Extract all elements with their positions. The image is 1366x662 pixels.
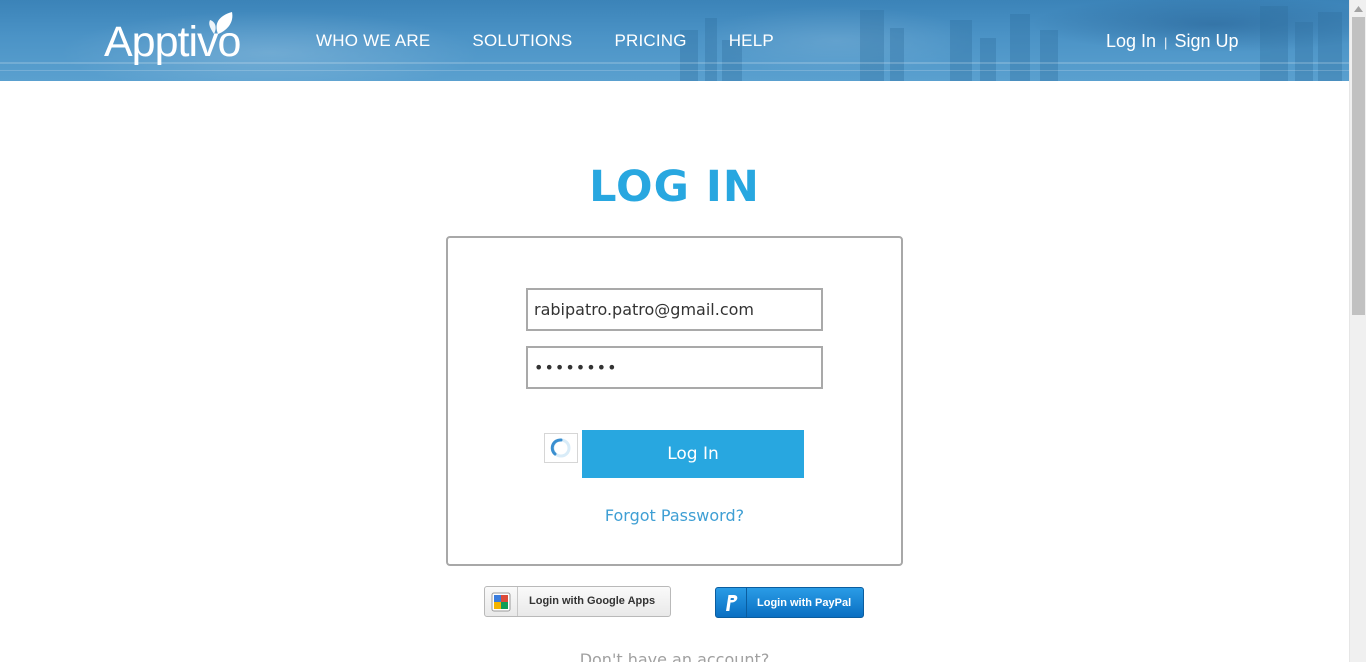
password-field[interactable] (526, 346, 823, 389)
vertical-scrollbar[interactable] (1349, 0, 1366, 662)
page-title: LOG IN (589, 162, 760, 212)
paypal-label: Login with PayPal (757, 597, 852, 609)
auth-separator: | (1164, 34, 1168, 50)
forgot-password-link[interactable]: Forgot Password? (448, 506, 901, 525)
nav-pricing[interactable]: PRICING (614, 30, 686, 52)
scroll-up-arrow-icon[interactable] (1350, 0, 1366, 17)
leaf-icon (209, 12, 233, 34)
main-nav: WHO WE ARE SOLUTIONS PRICING HELP (316, 30, 816, 52)
header-login-link[interactable]: Log In (1106, 30, 1156, 52)
google-apps-login-button[interactable]: Login with Google Apps (484, 586, 671, 617)
header-signup-link[interactable]: Sign Up (1174, 30, 1238, 52)
signup-prompt: Don't have an account? (579, 650, 770, 662)
loading-spinner-icon (544, 433, 578, 463)
google-apps-icon (485, 587, 518, 616)
paypal-icon (716, 588, 747, 617)
nav-who-we-are[interactable]: WHO WE ARE (316, 30, 430, 52)
nav-help[interactable]: HELP (729, 30, 774, 52)
site-header: Apptivo WHO WE ARE SOLUTIONS PRICING HEL… (0, 0, 1349, 81)
paypal-login-button[interactable]: Login with PayPal (715, 587, 864, 618)
email-field[interactable] (526, 288, 823, 331)
auth-links: Log In | Sign Up (1106, 30, 1238, 52)
nav-solutions[interactable]: SOLUTIONS (472, 30, 572, 52)
google-apps-label: Login with Google Apps (529, 595, 656, 607)
apptivo-logo[interactable]: Apptivo (104, 12, 274, 66)
login-button[interactable]: Log In (582, 430, 804, 478)
login-form: Log In Forgot Password? (446, 236, 903, 566)
scrollbar-thumb[interactable] (1352, 17, 1365, 315)
